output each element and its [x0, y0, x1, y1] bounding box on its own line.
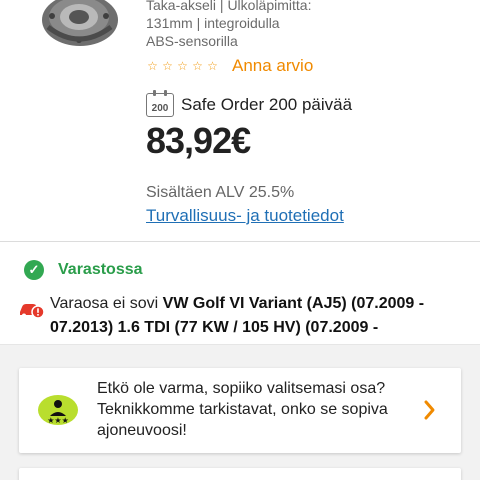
calendar-200-icon: 200	[146, 90, 174, 117]
technician-icon: ★★★	[38, 395, 78, 425]
wheel-hub-image[interactable]	[36, 0, 122, 52]
stock-section: ✓ Varastossa Varaosa ei sovi VW Golf VI …	[0, 242, 480, 344]
product-price: 83,92€	[146, 120, 251, 161]
svg-text:★★★: ★★★	[47, 416, 69, 425]
chevron-right-icon[interactable]	[423, 398, 437, 422]
spec-line: ABS-sensorilla	[146, 33, 238, 49]
rating-stars[interactable]: ☆ ☆ ☆ ☆ ☆	[146, 59, 219, 73]
vehicle-fit-text: Varaosa ei sovi VW Golf VI Variant (AJ5)…	[50, 292, 470, 340]
technician-help-card[interactable]: ★★★ Etkö ole varma, sopiiko valitsemasi …	[19, 368, 461, 453]
fit-prefix: Varaosa ei sovi	[50, 295, 163, 312]
empty-star-icon[interactable]: ☆	[161, 59, 174, 73]
safety-info-link[interactable]: Turvallisuus- ja tuotetiedot	[146, 206, 344, 226]
car-warning-icon	[20, 304, 44, 318]
product-page: Taka-akseli | Ulkoläpimitta: 131mm | int…	[0, 0, 480, 480]
empty-star-icon[interactable]: ☆	[191, 59, 204, 73]
product-specs: Taka-akseli | Ulkoläpimitta: 131mm | int…	[146, 0, 466, 50]
vat-text: Sisältäen ALV 25.5%	[146, 184, 295, 201]
empty-star-icon[interactable]: ☆	[176, 59, 189, 73]
safe-order-text: Safe Order 200 päivää	[181, 95, 353, 114]
spec-line: 131mm | integroidulla	[146, 15, 280, 31]
safe-order-days: 200	[151, 103, 169, 114]
stock-status: ✓ Varastossa	[24, 260, 143, 280]
check-circle-icon: ✓	[24, 260, 44, 280]
next-card[interactable]	[19, 468, 461, 480]
product-summary: Taka-akseli | Ulkoläpimitta: 131mm | int…	[0, 0, 480, 238]
rate-product-link[interactable]: Anna arvio	[232, 56, 313, 76]
spec-line: Taka-akseli | Ulkoläpimitta:	[146, 0, 312, 13]
vehicle-fit-warning: Varaosa ei sovi VW Golf VI Variant (AJ5)…	[18, 292, 470, 340]
help-card-text: Etkö ole varma, sopiiko valitsemasi osa?…	[97, 380, 388, 439]
rating-row: ☆ ☆ ☆ ☆ ☆ Anna arvio	[146, 56, 313, 76]
empty-star-icon[interactable]: ☆	[146, 59, 159, 73]
stock-status-text: Varastossa	[58, 261, 143, 278]
safe-order-info: 200 Safe Order 200 päivää	[146, 90, 353, 118]
empty-star-icon[interactable]: ☆	[206, 59, 219, 73]
